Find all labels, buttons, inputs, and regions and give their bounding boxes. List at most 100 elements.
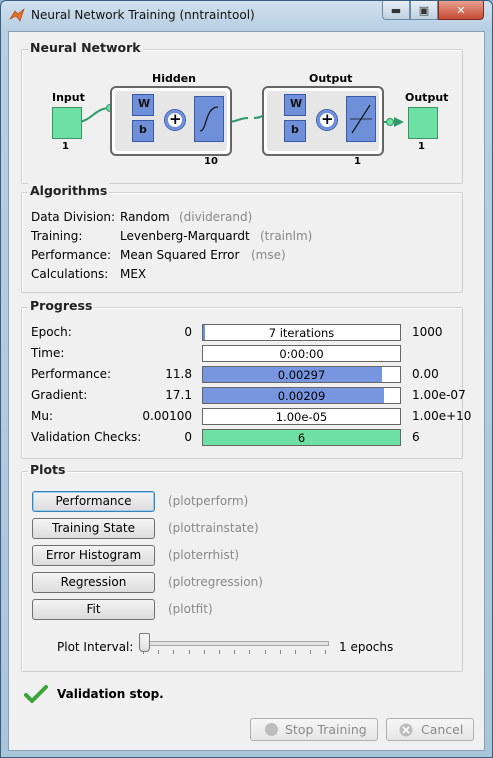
slider-tick xyxy=(158,650,160,654)
progress-row-label: Epoch: xyxy=(31,325,72,339)
slider-tick xyxy=(234,650,236,654)
title-bar[interactable]: Neural Network Training (nntraintool) ▬ … xyxy=(1,1,492,31)
data-division-fn: (dividerand) xyxy=(179,210,253,224)
data-division-label: Data Division: xyxy=(31,210,116,224)
training-value: Levenberg-Marquardt xyxy=(120,229,250,243)
progress-row-start: 0 xyxy=(184,325,192,339)
hidden-bias-block: b xyxy=(132,120,154,142)
plot-interval-label: Plot Interval: xyxy=(57,640,134,654)
output-layer-size: 1 xyxy=(354,156,361,167)
progress-row-label: Performance: xyxy=(31,367,112,381)
stop-training-label: Stop Training xyxy=(285,722,367,737)
hidden-size: 10 xyxy=(204,156,218,167)
plot-fit-button[interactable]: Fit xyxy=(32,599,155,620)
slider-tick xyxy=(219,650,220,654)
training-fn: (trainlm) xyxy=(260,229,313,243)
progress-row-start: 0 xyxy=(184,430,192,444)
progress-bar: 6 xyxy=(202,429,401,446)
slider-thumb[interactable] xyxy=(139,633,150,652)
matlab-logo-icon xyxy=(9,8,25,22)
output-weight-block: W xyxy=(284,94,306,116)
plot-interval-slider[interactable] xyxy=(139,632,329,656)
input-label: Input xyxy=(52,91,85,104)
minimize-button[interactable]: ▬ xyxy=(382,1,410,20)
progress-heading: Progress xyxy=(28,298,95,313)
progress-bar-text: 0:00:00 xyxy=(279,347,324,361)
plot-performance-fn: (plotperform) xyxy=(168,494,249,508)
arrow-right-icon xyxy=(394,117,404,127)
progress-row-label: Validation Checks: xyxy=(31,430,142,444)
plot-error-histogram-fn: (ploterrhist) xyxy=(168,548,240,562)
close-button[interactable]: ✕ xyxy=(438,1,484,20)
data-division-value: Random xyxy=(120,210,170,224)
tansig-transfer-icon xyxy=(194,96,224,142)
slider-tick xyxy=(279,650,281,654)
plot-interval-value: 1 epochs xyxy=(339,640,394,654)
progress-row-label: Time: xyxy=(31,346,65,360)
output-sum-icon: + xyxy=(316,109,338,131)
calculations-value: MEX xyxy=(120,267,147,281)
slider-tick xyxy=(310,650,312,654)
nntraintool-window: Neural Network Training (nntraintool) ▬ … xyxy=(0,0,493,758)
slider-tick xyxy=(325,650,327,654)
progress-row-start: 11.8 xyxy=(165,367,192,381)
progress-bar: 1.00e-05 xyxy=(202,408,401,425)
slider-tick xyxy=(249,650,251,654)
slider-tick xyxy=(264,650,266,654)
performance-fn: (mse) xyxy=(251,248,286,262)
input-node xyxy=(52,107,82,139)
output-node xyxy=(408,107,438,139)
algorithms-panel: Algorithms Data Division: Random (divide… xyxy=(21,183,463,293)
progress-bar-text: 7 iterations xyxy=(268,326,335,340)
client-area: Neural Network Input 1 Hidden W b + 10 O… xyxy=(8,31,485,751)
algorithms-heading: Algorithms xyxy=(28,183,110,198)
progress-row-end: 0.00 xyxy=(412,367,439,381)
output-bias-block: b xyxy=(284,120,306,142)
window-title: Neural Network Training (nntraintool) xyxy=(31,8,255,22)
plot-training-state-button[interactable]: Training State xyxy=(32,518,155,539)
neural-network-panel: Neural Network Input 1 Hidden W b + 10 O… xyxy=(21,40,463,184)
slider-tick xyxy=(295,650,296,654)
calculations-label: Calculations: xyxy=(31,267,109,281)
progress-row-end: 1000 xyxy=(412,325,443,339)
input-size: 1 xyxy=(62,141,69,152)
progress-row-end: 6 xyxy=(412,430,420,444)
progress-row-label: Mu: xyxy=(31,409,54,423)
maximize-button[interactable]: ▣ xyxy=(410,1,438,20)
checkmark-icon xyxy=(24,685,48,703)
plot-training-state-fn: (plottrainstate) xyxy=(168,521,259,535)
progress-bar: 7 iterations xyxy=(202,324,401,341)
hidden-sum-icon: + xyxy=(164,109,186,131)
stop-training-button[interactable]: Stop Training xyxy=(250,718,378,741)
output-size: 1 xyxy=(418,141,425,152)
output-label: Output xyxy=(405,91,449,104)
plot-regression-fn: (plotregression) xyxy=(168,575,263,589)
plots-panel: Plots Performance (plotperform) Training… xyxy=(21,462,463,672)
progress-row-start: 0.00100 xyxy=(142,409,192,423)
progress-panel: Progress Epoch: 0 7 iterations 1000 Time: 0:0… xyxy=(21,298,471,459)
stop-icon xyxy=(265,723,278,736)
plot-fit-fn: (plotfit) xyxy=(168,602,213,616)
progress-row-end: 1.00e-07 xyxy=(412,388,466,402)
plots-heading: Plots xyxy=(28,462,68,477)
progress-row-end: 1.00e+10 xyxy=(412,409,472,423)
hidden-layer-box: W b + xyxy=(110,86,232,156)
performance-value: Mean Squared Error xyxy=(120,248,240,262)
cancel-icon xyxy=(399,723,413,737)
status-text: Validation stop. xyxy=(57,687,164,701)
slider-tick xyxy=(203,650,205,654)
performance-label: Performance: xyxy=(31,248,112,262)
plot-regression-button[interactable]: Regression xyxy=(32,572,155,593)
progress-row-start: 17.1 xyxy=(165,388,192,402)
progress-bar-text: 0.00209 xyxy=(277,389,326,403)
hidden-weight-block: W xyxy=(132,94,154,116)
progress-bar-text: 0.00297 xyxy=(277,368,326,382)
plot-performance-button[interactable]: Performance xyxy=(32,491,155,512)
plot-error-histogram-button[interactable]: Error Histogram xyxy=(32,545,155,566)
cancel-label: Cancel xyxy=(421,722,464,737)
progress-bar-text: 6 xyxy=(297,431,306,445)
slider-tick xyxy=(188,650,190,654)
cancel-button[interactable]: Cancel xyxy=(386,718,474,741)
output-layer-box: W b + xyxy=(262,86,384,156)
purelin-transfer-icon xyxy=(346,96,376,142)
